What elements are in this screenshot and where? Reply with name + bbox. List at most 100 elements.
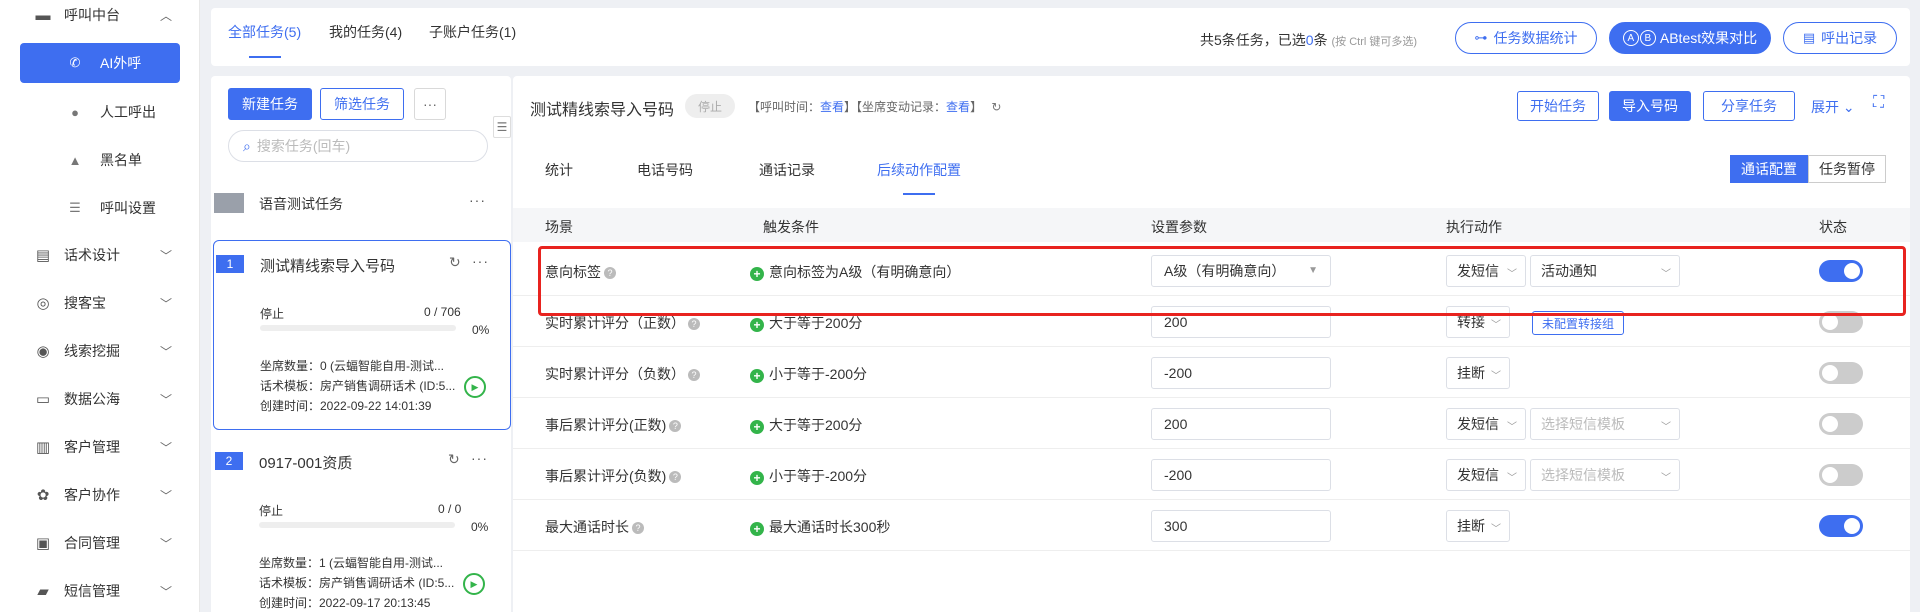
param-input[interactable]: 200 bbox=[1151, 306, 1331, 338]
filter-task-button[interactable]: 筛选任务 bbox=[320, 88, 404, 120]
call-config-button[interactable]: 通话配置 bbox=[1730, 155, 1808, 183]
start-task-icon[interactable]: ▶ bbox=[463, 573, 485, 595]
add-condition-icon[interactable]: + bbox=[750, 420, 764, 434]
add-condition-icon[interactable]: + bbox=[750, 318, 764, 332]
chevron-down-icon: ⌄ bbox=[1842, 99, 1855, 115]
task-card[interactable]: 2 0917-001资质 ↻ ··· 停止 0 / 0 0% 坐席数量：1 (云… bbox=[213, 438, 511, 612]
column-header: 执行动作 bbox=[1446, 219, 1502, 235]
import-numbers-button[interactable]: 导入号码 bbox=[1609, 91, 1691, 121]
task-more-icon[interactable]: ··· bbox=[471, 450, 488, 466]
nav-script-design[interactable]: ▤ 话术设计 ﹀ bbox=[0, 235, 200, 275]
tab-all-tasks[interactable]: 全部任务(5) bbox=[228, 22, 301, 42]
param-input[interactable]: 200 bbox=[1151, 408, 1331, 440]
table-header: 场景 触发条件 设置参数 执行动作 状态 bbox=[513, 208, 1910, 242]
start-task-icon[interactable]: ▶ bbox=[464, 376, 486, 398]
help-icon[interactable]: ? bbox=[604, 267, 616, 279]
tab-statistics[interactable]: 统计 bbox=[545, 160, 573, 180]
view-seat-change-link[interactable]: 查看 bbox=[946, 100, 970, 114]
page-title: 测试精线索导入号码 bbox=[530, 102, 675, 119]
group-more-icon[interactable]: ··· bbox=[469, 192, 486, 208]
ab-b-icon: B bbox=[1639, 30, 1656, 46]
task-card[interactable]: 1 测试精线索导入号码 ↻ ··· 停止 0 / 706 0% 坐席数量：0 (… bbox=[213, 240, 511, 430]
help-icon[interactable]: ? bbox=[688, 369, 700, 381]
nav-ai-outbound[interactable]: ✆ AI外呼 bbox=[20, 43, 180, 83]
refresh-icon[interactable]: ↻ bbox=[448, 451, 460, 468]
nav-call-center[interactable]: ▬ 呼叫中台 ︿ bbox=[0, 0, 200, 35]
start-task-button[interactable]: 开始任务 bbox=[1517, 91, 1599, 121]
help-icon[interactable]: ? bbox=[669, 420, 682, 432]
column-header: 状态 bbox=[1819, 219, 1847, 235]
task-more-icon[interactable]: ··· bbox=[472, 253, 489, 269]
sms-template-select[interactable]: 活动通知 ﹀ bbox=[1530, 255, 1680, 287]
status-toggle[interactable] bbox=[1819, 464, 1863, 486]
action-select[interactable]: 挂断 ﹀ bbox=[1446, 357, 1510, 389]
collapse-panel-icon[interactable]: ☰ bbox=[493, 116, 511, 138]
nav-customer-management[interactable]: ▥ 客户管理 ﹀ bbox=[0, 427, 200, 467]
selection-summary: 共5条任务，已选0条 (按 Ctrl 键可多选) bbox=[1200, 32, 1418, 48]
status-toggle[interactable] bbox=[1819, 311, 1863, 333]
call-records-button[interactable]: ▤ 呼出记录 bbox=[1783, 22, 1897, 54]
add-condition-icon[interactable]: + bbox=[750, 369, 764, 383]
param-input[interactable]: -200 bbox=[1151, 459, 1331, 491]
more-actions-button[interactable]: ··· bbox=[414, 88, 446, 120]
add-condition-icon[interactable]: + bbox=[750, 471, 764, 485]
help-icon[interactable]: ? bbox=[632, 522, 644, 534]
param-select[interactable]: A级（有明确意向） ▼ bbox=[1151, 255, 1331, 287]
action-select[interactable]: 发短信 ﹀ bbox=[1446, 459, 1526, 491]
task-seat-count: 坐席数量：1 (云蝠智能自用-测试... bbox=[259, 556, 444, 570]
new-task-button[interactable]: 新建任务 bbox=[228, 88, 312, 120]
nav-lead-mining[interactable]: ◉ 线索挖掘 ﹀ bbox=[0, 331, 200, 371]
abtest-compare-button[interactable]: A B ABtest效果对比 bbox=[1609, 22, 1771, 54]
column-header: 场景 bbox=[545, 219, 573, 235]
share-task-button[interactable]: 分享任务 bbox=[1703, 91, 1795, 121]
nav-contract-management[interactable]: ▣ 合同管理 ﹀ bbox=[0, 523, 200, 563]
status-toggle[interactable] bbox=[1819, 413, 1863, 435]
tab-sub-account-tasks[interactable]: 子账户任务(1) bbox=[429, 22, 516, 42]
status-toggle[interactable] bbox=[1819, 260, 1863, 282]
nav-call-settings[interactable]: ☰ 呼叫设置 bbox=[0, 188, 200, 228]
tab-call-records[interactable]: 通话记录 bbox=[759, 160, 815, 180]
tab-phone-numbers[interactable]: 电话号码 bbox=[637, 160, 693, 180]
transfer-group-tag[interactable]: 未配置转接组 bbox=[1532, 311, 1625, 335]
task-status: 停止 bbox=[259, 504, 284, 518]
status-toggle[interactable] bbox=[1819, 515, 1863, 537]
refresh-icon[interactable]: ↻ bbox=[449, 254, 461, 271]
task-stats-button[interactable]: ⊶ 任务数据统计 bbox=[1455, 22, 1597, 54]
action-select[interactable]: 挂断 ﹀ bbox=[1446, 510, 1510, 542]
add-condition-icon[interactable]: + bbox=[750, 267, 764, 281]
expand-toggle[interactable]: 展开 ⌄ bbox=[1811, 97, 1855, 117]
task-search-input[interactable]: ⌕ 搜索任务(回车) bbox=[228, 130, 488, 162]
action-select[interactable]: 发短信 ﹀ bbox=[1446, 408, 1526, 440]
refresh-icon[interactable]: ↻ bbox=[991, 100, 1001, 114]
status-toggle[interactable] bbox=[1819, 362, 1863, 384]
view-call-time-link[interactable]: 查看 bbox=[820, 100, 844, 114]
action-select[interactable]: 转接 ﹀ bbox=[1446, 306, 1510, 338]
stats-icon: ⊶ bbox=[1474, 30, 1488, 45]
tab-my-tasks[interactable]: 我的任务(4) bbox=[329, 22, 402, 42]
action-select[interactable]: 发短信 ﹀ bbox=[1446, 255, 1526, 287]
chevron-down-icon: ﹀ bbox=[1491, 371, 1501, 382]
column-header: 设置参数 bbox=[1151, 219, 1207, 235]
table-row: 最大通话时长? + 最大通话时长300秒 300 挂断 ﹀ bbox=[513, 501, 1910, 551]
chevron-down-icon: ﹀ bbox=[1661, 269, 1671, 280]
fullscreen-icon[interactable]: ⛶ bbox=[1873, 94, 1884, 112]
nav-search-customer[interactable]: ◎ 搜客宝 ﹀ bbox=[0, 283, 200, 323]
table-row: 实时累计评分（正数）? + 大于等于200分 200 转接 ﹀ 未配置转接组 bbox=[513, 297, 1910, 347]
nav-data-pool[interactable]: ▭ 数据公海 ﹀ bbox=[0, 379, 200, 419]
nav-manual-outbound[interactable]: ● 人工呼出 bbox=[0, 92, 200, 132]
nav-sms-management[interactable]: ▰ 短信管理 ﹀ bbox=[0, 571, 200, 611]
add-condition-icon[interactable]: + bbox=[750, 522, 764, 536]
table-row: 事后累计评分(负数)? + 小于等于-200分 -200 发短信 ﹀ 选择短信模板 ﹀ bbox=[513, 450, 1910, 500]
nav-blacklist[interactable]: ▲ 黑名单 bbox=[0, 140, 200, 180]
help-icon[interactable]: ? bbox=[688, 318, 700, 330]
chevron-down-icon: ﹀ bbox=[160, 536, 173, 551]
tab-follow-up-actions[interactable]: 后续动作配置 bbox=[877, 160, 961, 180]
help-icon[interactable]: ? bbox=[669, 471, 682, 483]
param-input[interactable]: -200 bbox=[1151, 357, 1331, 389]
param-input[interactable]: 300 bbox=[1151, 510, 1331, 542]
task-group-header[interactable]: 语音测试任务 ··· bbox=[211, 188, 511, 218]
nav-customer-collab[interactable]: ✿ 客户协作 ﹀ bbox=[0, 475, 200, 515]
task-pause-button[interactable]: 任务暂停 bbox=[1808, 155, 1886, 183]
sms-template-select[interactable]: 选择短信模板 ﹀ bbox=[1530, 459, 1680, 491]
sms-template-select[interactable]: 选择短信模板 ﹀ bbox=[1530, 408, 1680, 440]
